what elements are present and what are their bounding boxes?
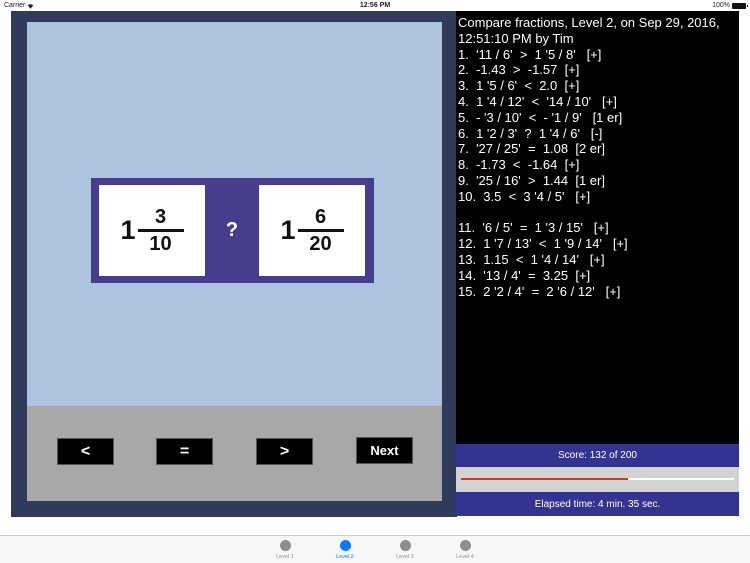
less-than-button[interactable]: < xyxy=(57,438,114,465)
score-label: Score: 132 of 200 xyxy=(558,450,637,461)
left-numerator: 3 xyxy=(154,206,167,228)
level-2-dot-icon xyxy=(339,540,351,551)
tab-label: Level 1 xyxy=(276,554,294,560)
history-entry: 11. '6 / 5' = 1 '3 / 15' [+] xyxy=(458,220,609,236)
elapsed-time-bar: Elapsed time: 4 min. 35 sec. xyxy=(456,492,739,516)
comparison-operator: ? xyxy=(225,219,239,241)
history-spacer xyxy=(458,205,739,221)
history-entry: 1. '11 / 6' > 1 '5 / 8' [+] xyxy=(458,46,602,62)
history-entry: 2. -1.43 > -1.57 [+] xyxy=(458,62,580,78)
history-entry: 7. '27 / 25' = 1.08 [2 er] xyxy=(458,141,605,157)
right-numerator: 6 xyxy=(314,206,327,228)
right-fraction-bar xyxy=(297,229,344,232)
level-3-dot-icon xyxy=(399,540,411,551)
battery-percent: 100% xyxy=(712,2,730,9)
tab-level-3[interactable]: Level 3 xyxy=(385,540,425,560)
right-fraction: 6 20 xyxy=(297,206,344,255)
history-entry: 15. 2 '2 / 4' = 2 '6 / 12' [+] xyxy=(458,283,621,299)
history-entry: 14. '13 / 4' = 3.25 [+] xyxy=(458,267,591,283)
status-bar: Carrier 12:56 PM 100% xyxy=(0,0,750,11)
battery-group: 100% xyxy=(712,2,748,9)
left-whole: 1 xyxy=(120,215,136,245)
status-time: 12:56 PM xyxy=(359,2,391,9)
history-log[interactable]: Compare fractions, Level 2, on Sep 29, 2… xyxy=(456,11,739,445)
history-entry: 5. - '3 / 10' < - '1 / 9' [1 er] xyxy=(458,109,623,125)
battery-icon xyxy=(732,2,748,9)
greater-than-button[interactable]: > xyxy=(256,438,313,465)
tab-level-2[interactable]: Level 2 xyxy=(325,540,365,560)
history-entry: 9. '25 / 16' > 1.44 [1 er] xyxy=(458,172,605,188)
progress-track xyxy=(461,478,734,480)
answer-button-area: < = > Next xyxy=(27,406,442,501)
history-entry: 6. 1 '2 / 3' ? 1 '4 / 6' [-] xyxy=(458,125,603,141)
tab-label: Level 3 xyxy=(396,554,414,560)
tab-level-4[interactable]: Level 4 xyxy=(445,540,485,560)
right-whole: 1 xyxy=(280,215,296,245)
history-entry: 8. -1.73 < -1.64 [+] xyxy=(458,157,580,173)
game-panel: 1 3 10 ? 1 6 20 < = > Next xyxy=(11,11,457,517)
right-denominator: 20 xyxy=(309,233,332,255)
elapsed-time-label: Elapsed time: 4 min. 35 sec. xyxy=(534,498,661,510)
history-entry: 10. 3.5 < 3 '4 / 5' [+] xyxy=(458,188,591,204)
next-button[interactable]: Next xyxy=(356,437,413,464)
progress-area xyxy=(456,467,739,492)
tab-level-1[interactable]: Level 1 xyxy=(265,540,305,560)
question-area: 1 3 10 ? 1 6 20 xyxy=(27,22,442,406)
right-fraction-card: 1 6 20 xyxy=(259,185,365,276)
left-fraction: 3 10 xyxy=(137,206,184,255)
history-entry: 13. 1.15 < 1 '4 / 14' [+] xyxy=(458,251,605,267)
level-1-dot-icon xyxy=(279,540,291,551)
score-bar: Score: 132 of 200 xyxy=(456,444,739,467)
history-title: Compare fractions, Level 2, on Sep 29, 2… xyxy=(458,15,724,46)
progress-fill xyxy=(461,478,628,480)
left-fraction-card: 1 3 10 xyxy=(99,185,205,276)
left-fraction-bar xyxy=(137,229,184,232)
tab-label: Level 4 xyxy=(456,554,474,560)
history-entry: 4. 1 '4 / 12' < '14 / 10' [+] xyxy=(458,93,617,109)
tab-bar: Level 1 Level 2 Level 3 Level 4 xyxy=(0,535,750,563)
problem-box: 1 3 10 ? 1 6 20 xyxy=(91,178,374,283)
left-mixed-number: 1 3 10 xyxy=(120,206,184,255)
level-4-dot-icon xyxy=(459,540,471,551)
history-entry: 12. 1 '7 / 13' < 1 '9 / 14' [+] xyxy=(458,236,628,252)
right-mixed-number: 1 6 20 xyxy=(280,206,344,255)
history-entries: 1. '11 / 6' > 1 '5 / 8' [+] 2. -1.43 > -1… xyxy=(458,47,739,300)
equal-button[interactable]: = xyxy=(156,438,213,465)
tab-label: Level 2 xyxy=(336,554,354,560)
history-entry: 3. 1 '5 / 6' < 2.0 [+] xyxy=(458,78,580,94)
left-denominator: 10 xyxy=(149,233,172,255)
